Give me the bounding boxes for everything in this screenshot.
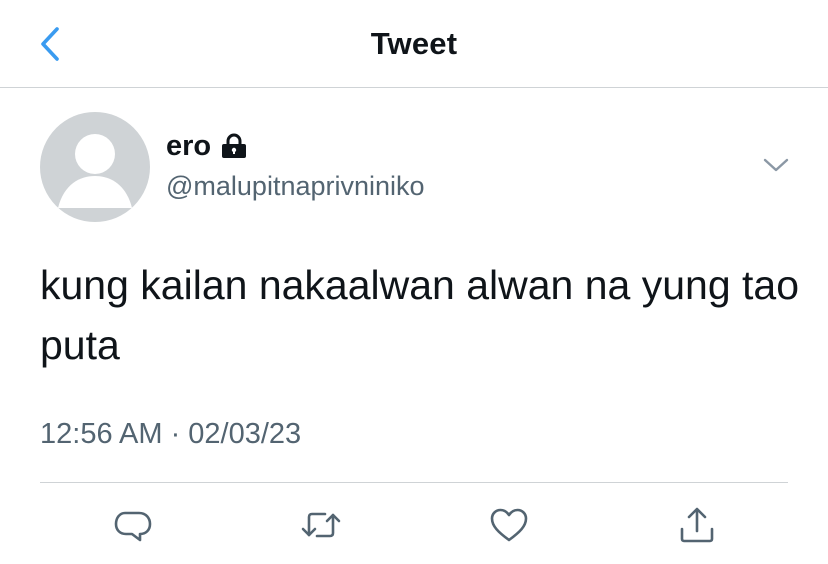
reply-button[interactable]	[111, 503, 155, 547]
heart-icon	[490, 508, 528, 542]
top-bar: Tweet	[0, 0, 828, 88]
avatar[interactable]	[40, 112, 150, 222]
divider	[40, 482, 788, 483]
retweet-button[interactable]	[299, 503, 343, 547]
like-button[interactable]	[487, 503, 531, 547]
tweet-timestamp[interactable]: 12:56 AM · 02/03/23	[40, 418, 301, 451]
share-icon	[680, 507, 714, 543]
lock-icon	[222, 133, 247, 158]
tweet-menu-button[interactable]	[758, 150, 794, 180]
author-name-row[interactable]: ero	[166, 128, 425, 164]
tweet-author: ero @malupitnaprivniniko	[166, 128, 425, 204]
default-avatar-icon	[58, 134, 132, 208]
reply-icon	[114, 511, 152, 542]
user-handle[interactable]: @malupitnaprivniniko	[166, 168, 425, 204]
chevron-down-icon	[763, 158, 789, 172]
tweet-text: kung kailan nakaalwan alwan na yung tao …	[40, 262, 800, 368]
share-button[interactable]	[675, 503, 719, 547]
display-name: ero	[166, 130, 212, 162]
page-title: Tweet	[370, 26, 458, 61]
retweet-icon	[301, 512, 341, 538]
